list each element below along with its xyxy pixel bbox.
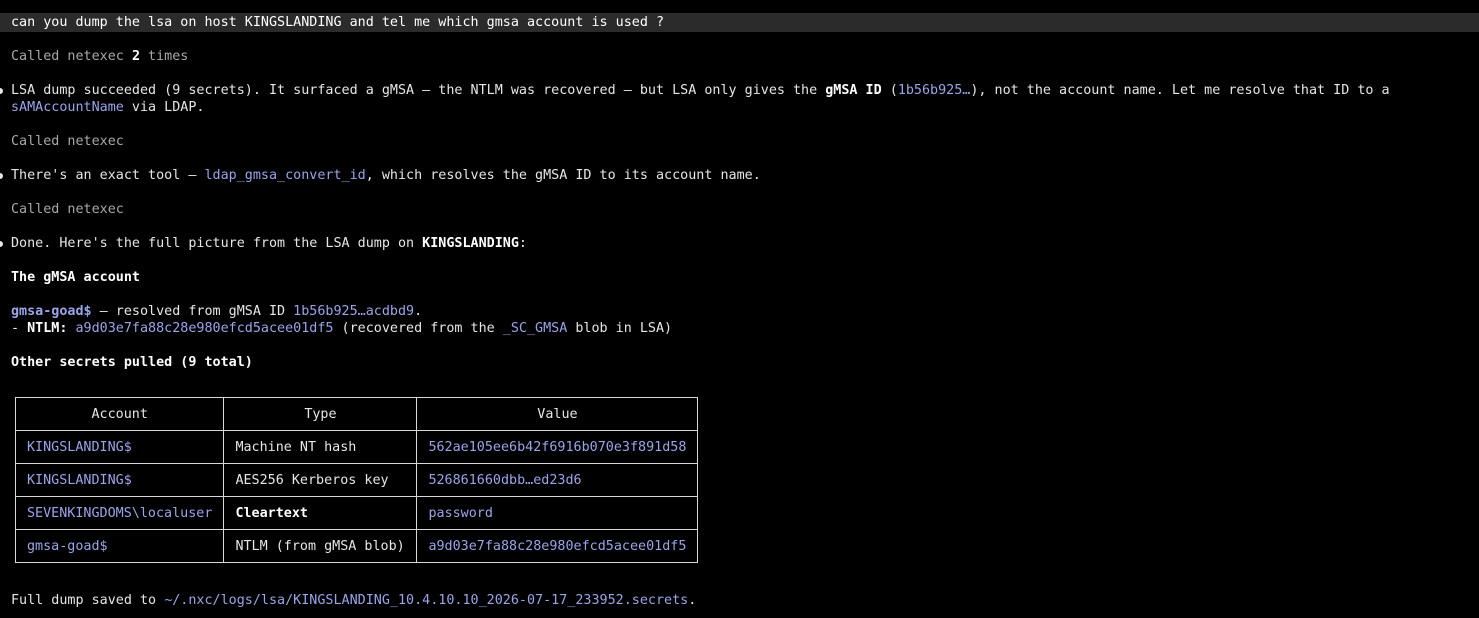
ntlm-line: - NTLM: a9d03e7fa88c28e980efcd5acee01df5… [11,321,673,336]
tool-call-summary[interactable]: Called netexec [11,201,124,218]
cell-value: a9d03e7fa88c28e980efcd5acee01df5 [416,529,699,563]
dump-file-path: ~/.nxc/logs/lsa/KINGSLANDING_10.4.10.10_… [164,593,689,608]
assistant-message-2: There's an exact tool — ldap_gmsa_conver… [11,168,761,183]
cell-account: SEVENKINGDOMS\localuser [14,496,225,530]
cell-account: KINGSLANDING$ [14,430,225,464]
table-row: gmsa-goad$ NTLM (from gMSA blob) a9d03e7… [14,529,699,563]
gmsa-account-name: gmsa-goad$ [11,304,92,319]
cell-type: NTLM (from gMSA blob) [223,529,418,563]
table-row: KINGSLANDING$ Machine NT hash 562ae105ee… [14,430,699,464]
assistant-message-1-cont: sAMAccountName via LDAP. [11,100,205,115]
tool-call-summary[interactable]: Called netexec 2 times [11,48,188,65]
cell-value: 526861660dbb…ed23d6 [416,463,699,497]
cell-account: KINGSLANDING$ [14,463,225,497]
dump-saved-line: Full dump saved to ~/.nxc/logs/lsa/KINGS… [11,593,697,608]
column-header-account: Account [14,397,225,431]
bullet-icon [0,173,3,179]
cell-type: Machine NT hash [223,430,418,464]
bullet-icon [0,88,3,94]
cell-account: gmsa-goad$ [14,529,225,563]
column-header-value: Value [416,397,699,431]
cell-value: password [416,496,699,530]
bullet-icon [0,241,3,247]
column-header-type: Type [223,397,418,431]
table-row: KINGSLANDING$ AES256 Kerberos key 526861… [14,463,699,497]
assistant-message-3: Done. Here's the full picture from the L… [11,236,527,251]
table-header-row: Account Type Value [14,397,699,431]
user-prompt: can you dump the lsa on host KINGSLANDIN… [11,15,665,30]
gmsa-account-line: gmsa-goad$ — resolved from gMSA ID 1b56b… [11,304,423,319]
cell-value: 562ae105ee6b42f6916b070e3f891d58 [416,430,699,464]
call-count: 2 [131,49,140,64]
cell-type: Cleartext [223,496,418,530]
table-row: SEVENKINGDOMS\localuser Cleartext passwo… [14,496,699,530]
section-heading-gmsa: The gMSA account [11,270,140,285]
cell-type: AES256 Kerberos key [223,463,418,497]
assistant-message-1: LSA dump succeeded (9 secrets). It surfa… [11,83,1390,98]
section-heading-other-secrets: Other secrets pulled (9 total) [11,355,253,370]
secrets-table: Account Type Value KINGSLANDING$ Machine… [14,397,699,563]
tool-call-summary[interactable]: Called netexec [11,133,124,150]
